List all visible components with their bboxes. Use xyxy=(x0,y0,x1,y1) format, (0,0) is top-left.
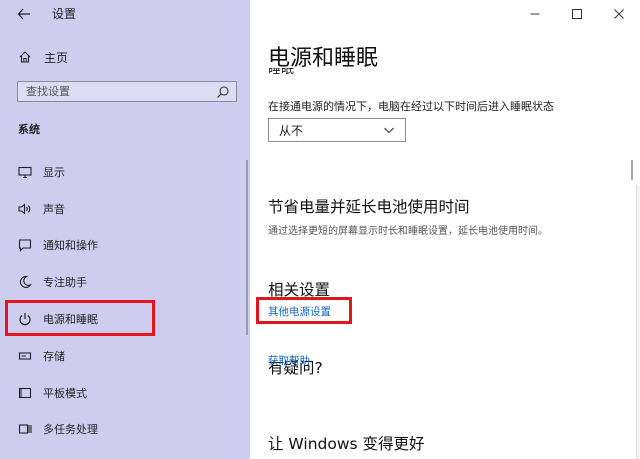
dropdown-value: 从不 xyxy=(279,123,304,138)
display-icon xyxy=(18,165,32,179)
sidebar-item-label: 存储 xyxy=(43,350,65,363)
moon-icon xyxy=(18,275,32,289)
sidebar-item-tablet-mode[interactable]: 平板模式 xyxy=(18,383,87,403)
sidebar-scrollbar[interactable] xyxy=(246,160,248,335)
sidebar-item-label: 通知和操作 xyxy=(43,239,98,252)
sidebar-item-label: 多任务处理 xyxy=(43,423,98,436)
sleep-subheading-text: 睡眠 xyxy=(268,68,295,77)
section-header: 系统 xyxy=(18,123,40,136)
sidebar-item-label: 平板模式 xyxy=(43,387,87,400)
highlight-box-other-power-settings xyxy=(256,297,352,324)
save-battery-heading: 节省电量并延长电池使用时间 xyxy=(268,198,470,216)
search-icon[interactable] xyxy=(216,85,230,99)
minimize-icon xyxy=(530,13,540,15)
maximize-button[interactable] xyxy=(556,0,598,28)
sleep-subheading: 睡眠 xyxy=(268,68,294,77)
settings-window: 设置 主页 系统 xyxy=(0,0,640,459)
search-input[interactable] xyxy=(18,84,218,99)
sidebar-item-label: 显示 xyxy=(43,166,65,179)
sidebar-item-focus-assist[interactable]: 专注助手 xyxy=(18,272,87,292)
chevron-down-icon xyxy=(384,127,394,134)
close-icon xyxy=(614,9,624,19)
minimize-button[interactable] xyxy=(514,0,556,28)
sidebar-item-sound[interactable]: 声音 xyxy=(18,199,65,219)
main-scrollbar[interactable] xyxy=(631,160,633,180)
tablet-icon xyxy=(18,386,32,400)
search-box[interactable] xyxy=(17,81,237,102)
speaker-icon xyxy=(18,202,32,216)
save-battery-description: 通过选择更短的屏幕显示时长和睡眠设置，延长电池使用时间。 xyxy=(268,226,548,237)
improve-windows-heading: 让 Windows 变得更好 xyxy=(268,435,425,453)
get-help-link[interactable]: 获取帮助 xyxy=(268,353,310,368)
back-button[interactable] xyxy=(12,3,36,25)
sidebar-item-home[interactable]: 主页 xyxy=(18,47,68,67)
maximize-icon xyxy=(572,9,582,19)
arrow-left-icon xyxy=(17,8,30,20)
home-icon xyxy=(18,50,32,64)
sidebar-item-notifications[interactable]: 通知和操作 xyxy=(18,235,98,255)
sidebar: 设置 主页 系统 xyxy=(0,0,250,459)
sleep-time-dropdown[interactable]: 从不 xyxy=(268,118,406,142)
window-controls xyxy=(514,0,640,28)
highlight-box-power-sleep xyxy=(5,300,155,336)
app-title: 设置 xyxy=(52,7,77,21)
storage-icon xyxy=(18,349,32,363)
main-content: 电源和睡眠 睡眠 在接通电源的情况下，电脑在经过以下时间后进入睡眠状态 从不 节… xyxy=(250,0,640,459)
window-edge xyxy=(636,185,640,459)
close-button[interactable] xyxy=(598,0,640,28)
sidebar-item-storage[interactable]: 存储 xyxy=(18,346,65,366)
multitask-icon xyxy=(18,422,32,436)
sidebar-item-label: 主页 xyxy=(44,50,69,65)
sidebar-item-display[interactable]: 显示 xyxy=(18,162,65,182)
sleep-setting-label: 在接通电源的情况下，电脑在经过以下时间后进入睡眠状态 xyxy=(268,100,554,113)
sidebar-item-multitasking[interactable]: 多任务处理 xyxy=(18,419,98,439)
notification-icon xyxy=(18,238,32,252)
sidebar-item-label: 专注助手 xyxy=(43,276,87,289)
sidebar-item-label: 声音 xyxy=(43,203,65,216)
